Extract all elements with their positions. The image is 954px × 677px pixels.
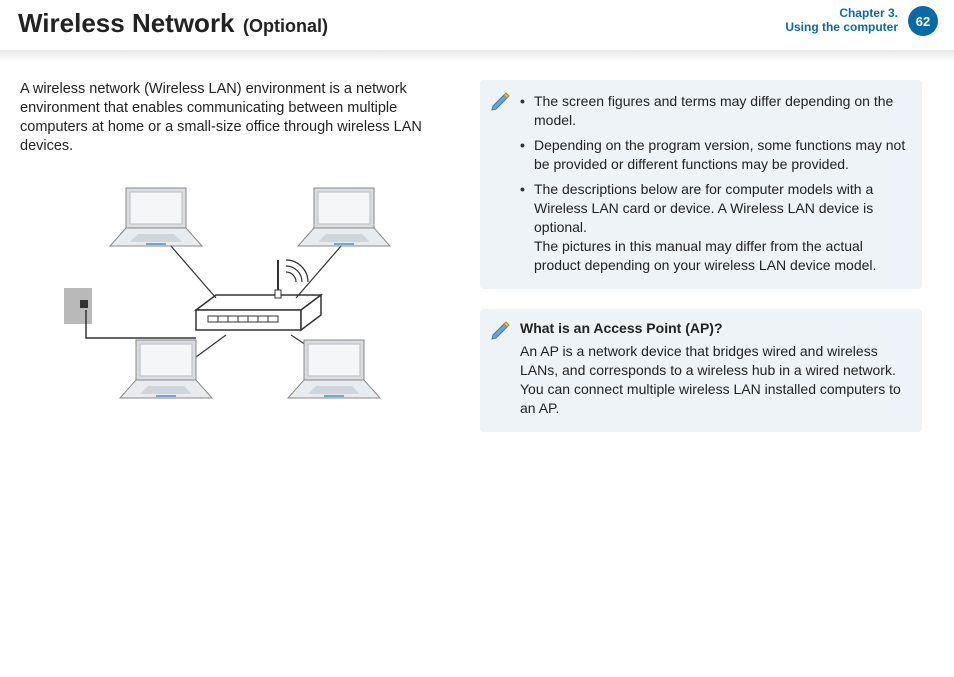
header-divider	[0, 50, 954, 64]
note-item: Depending on the program version, some f…	[520, 136, 906, 174]
laptop-icon	[110, 188, 202, 246]
intro-paragraph: A wireless network (Wireless LAN) enviro…	[20, 80, 452, 156]
content-area: A wireless network (Wireless LAN) enviro…	[0, 64, 954, 432]
info-body: An AP is a network device that bridges w…	[520, 342, 906, 418]
left-column: A wireless network (Wireless LAN) enviro…	[20, 80, 452, 432]
note-list: The screen figures and terms may differ …	[520, 92, 906, 275]
note-text: The screen figures and terms may differ …	[534, 93, 893, 128]
router-icon	[196, 260, 321, 330]
note-item: The screen figures and terms may differ …	[520, 92, 906, 130]
chapter-number: Chapter 3.	[785, 6, 898, 20]
note-text: Depending on the program version, some f…	[534, 137, 905, 172]
note-box: The screen figures and terms may differ …	[480, 80, 922, 289]
note-text: The descriptions below are for computer …	[534, 181, 873, 235]
network-diagram-svg	[46, 170, 426, 400]
note-subtext: The pictures in this manual may differ f…	[534, 237, 906, 275]
page-number: 62	[916, 14, 930, 29]
pencil-note-icon	[490, 90, 512, 117]
laptop-icon	[120, 340, 212, 398]
info-box: What is an Access Point (AP)? An AP is a…	[480, 309, 922, 432]
page-number-badge: 62	[908, 6, 938, 36]
note-item: The descriptions below are for computer …	[520, 180, 906, 275]
network-diagram	[46, 170, 426, 400]
right-column: The screen figures and terms may differ …	[480, 80, 922, 432]
page-subtitle: (Optional)	[243, 16, 328, 36]
page-header: Wireless Network (Optional) Chapter 3. U…	[0, 0, 954, 50]
page-title: Wireless Network	[18, 8, 235, 39]
info-title: What is an Access Point (AP)?	[520, 319, 906, 338]
laptop-icon	[298, 188, 390, 246]
chapter-name: Using the computer	[785, 20, 898, 34]
chapter-label: Chapter 3. Using the computer	[785, 6, 898, 34]
laptop-icon	[288, 340, 380, 398]
pencil-note-icon	[490, 319, 512, 346]
